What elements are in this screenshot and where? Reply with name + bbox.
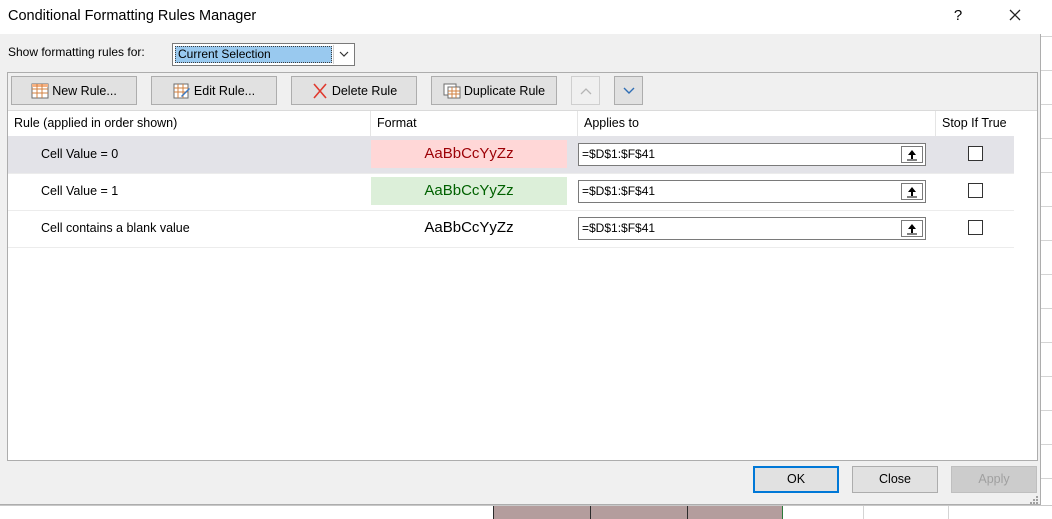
close-icon[interactable] — [1000, 4, 1030, 28]
chevron-down-icon — [623, 87, 634, 94]
column-header-rule: Rule (applied in order shown) — [8, 111, 371, 136]
rule-row[interactable]: Cell contains a blank value AaBbCcYyZz — [8, 210, 1014, 247]
dialog-title: Conditional Formatting Rules Manager — [8, 8, 257, 24]
column-header-format: Format — [371, 111, 578, 136]
format-preview: AaBbCcYyZz — [371, 214, 567, 242]
rule-row[interactable]: Cell Value = 0 AaBbCcYyZz — [8, 136, 1014, 173]
delete-icon — [311, 82, 329, 99]
applies-to-field[interactable] — [578, 143, 926, 166]
format-preview: AaBbCcYyZz — [371, 177, 567, 205]
edit-rule-icon — [173, 83, 191, 99]
new-rule-button[interactable]: New Rule... — [11, 76, 137, 105]
collapse-dialog-icon[interactable] — [901, 220, 923, 237]
collapse-dialog-icon[interactable] — [901, 183, 923, 200]
title-bar: Conditional Formatting Rules Manager ? — [0, 0, 1041, 34]
applies-to-input[interactable] — [582, 147, 892, 161]
stop-if-true-checkbox[interactable] — [968, 146, 983, 161]
column-header-applies-to: Applies to — [578, 111, 936, 136]
show-rules-selected: Current Selection — [175, 46, 332, 63]
show-rules-dropdown[interactable]: Current Selection — [172, 43, 355, 66]
new-rule-label: New Rule... — [52, 83, 117, 98]
rule-name: Cell Value = 1 — [41, 184, 119, 198]
applies-to-field[interactable] — [578, 217, 926, 240]
column-header-stop-if-true: Stop If True — [942, 116, 1007, 130]
resize-grip-icon[interactable] — [1029, 494, 1039, 504]
ok-button[interactable]: OK — [753, 466, 839, 493]
stop-if-true-checkbox[interactable] — [968, 220, 983, 235]
duplicate-rule-icon — [443, 83, 461, 99]
worksheet-cell — [590, 506, 687, 519]
rules-panel: New Rule... Edit Rule... Delete Rule Dup… — [7, 72, 1038, 461]
new-rule-icon — [31, 83, 49, 99]
duplicate-rule-label: Duplicate Rule — [463, 83, 546, 98]
move-up-button[interactable] — [571, 76, 600, 105]
worksheet-edge — [1040, 0, 1052, 519]
help-button[interactable]: ? — [945, 4, 971, 28]
chevron-down-icon[interactable] — [333, 45, 353, 64]
rules-table-header: Rule (applied in order shown) Format App… — [8, 111, 1037, 136]
collapse-dialog-icon[interactable] — [901, 146, 923, 163]
close-button[interactable]: Close — [852, 466, 938, 493]
delete-rule-label: Delete Rule — [331, 83, 398, 98]
rule-row[interactable]: Cell Value = 1 AaBbCcYyZz — [8, 173, 1014, 210]
show-rules-label: Show formatting rules for: — [8, 45, 145, 59]
edit-rule-button[interactable]: Edit Rule... — [151, 76, 277, 105]
rules-manager-dialog: Conditional Formatting Rules Manager ? S… — [0, 0, 1041, 505]
stop-if-true-checkbox[interactable] — [968, 183, 983, 198]
worksheet-cell — [493, 506, 590, 519]
applies-to-input[interactable] — [582, 184, 892, 198]
duplicate-rule-button[interactable]: Duplicate Rule — [431, 76, 557, 105]
worksheet-cell — [687, 506, 783, 519]
move-down-button[interactable] — [614, 76, 643, 105]
format-preview: AaBbCcYyZz — [371, 140, 567, 168]
rule-name: Cell contains a blank value — [41, 221, 190, 235]
delete-rule-button[interactable]: Delete Rule — [291, 76, 417, 105]
applies-to-input[interactable] — [582, 221, 892, 235]
chevron-up-icon — [580, 87, 591, 94]
rules-toolbar: New Rule... Edit Rule... Delete Rule Dup… — [8, 73, 1037, 111]
rule-name: Cell Value = 0 — [41, 147, 119, 161]
applies-to-field[interactable] — [578, 180, 926, 203]
edit-rule-label: Edit Rule... — [193, 83, 256, 98]
apply-button[interactable]: Apply — [951, 466, 1037, 493]
